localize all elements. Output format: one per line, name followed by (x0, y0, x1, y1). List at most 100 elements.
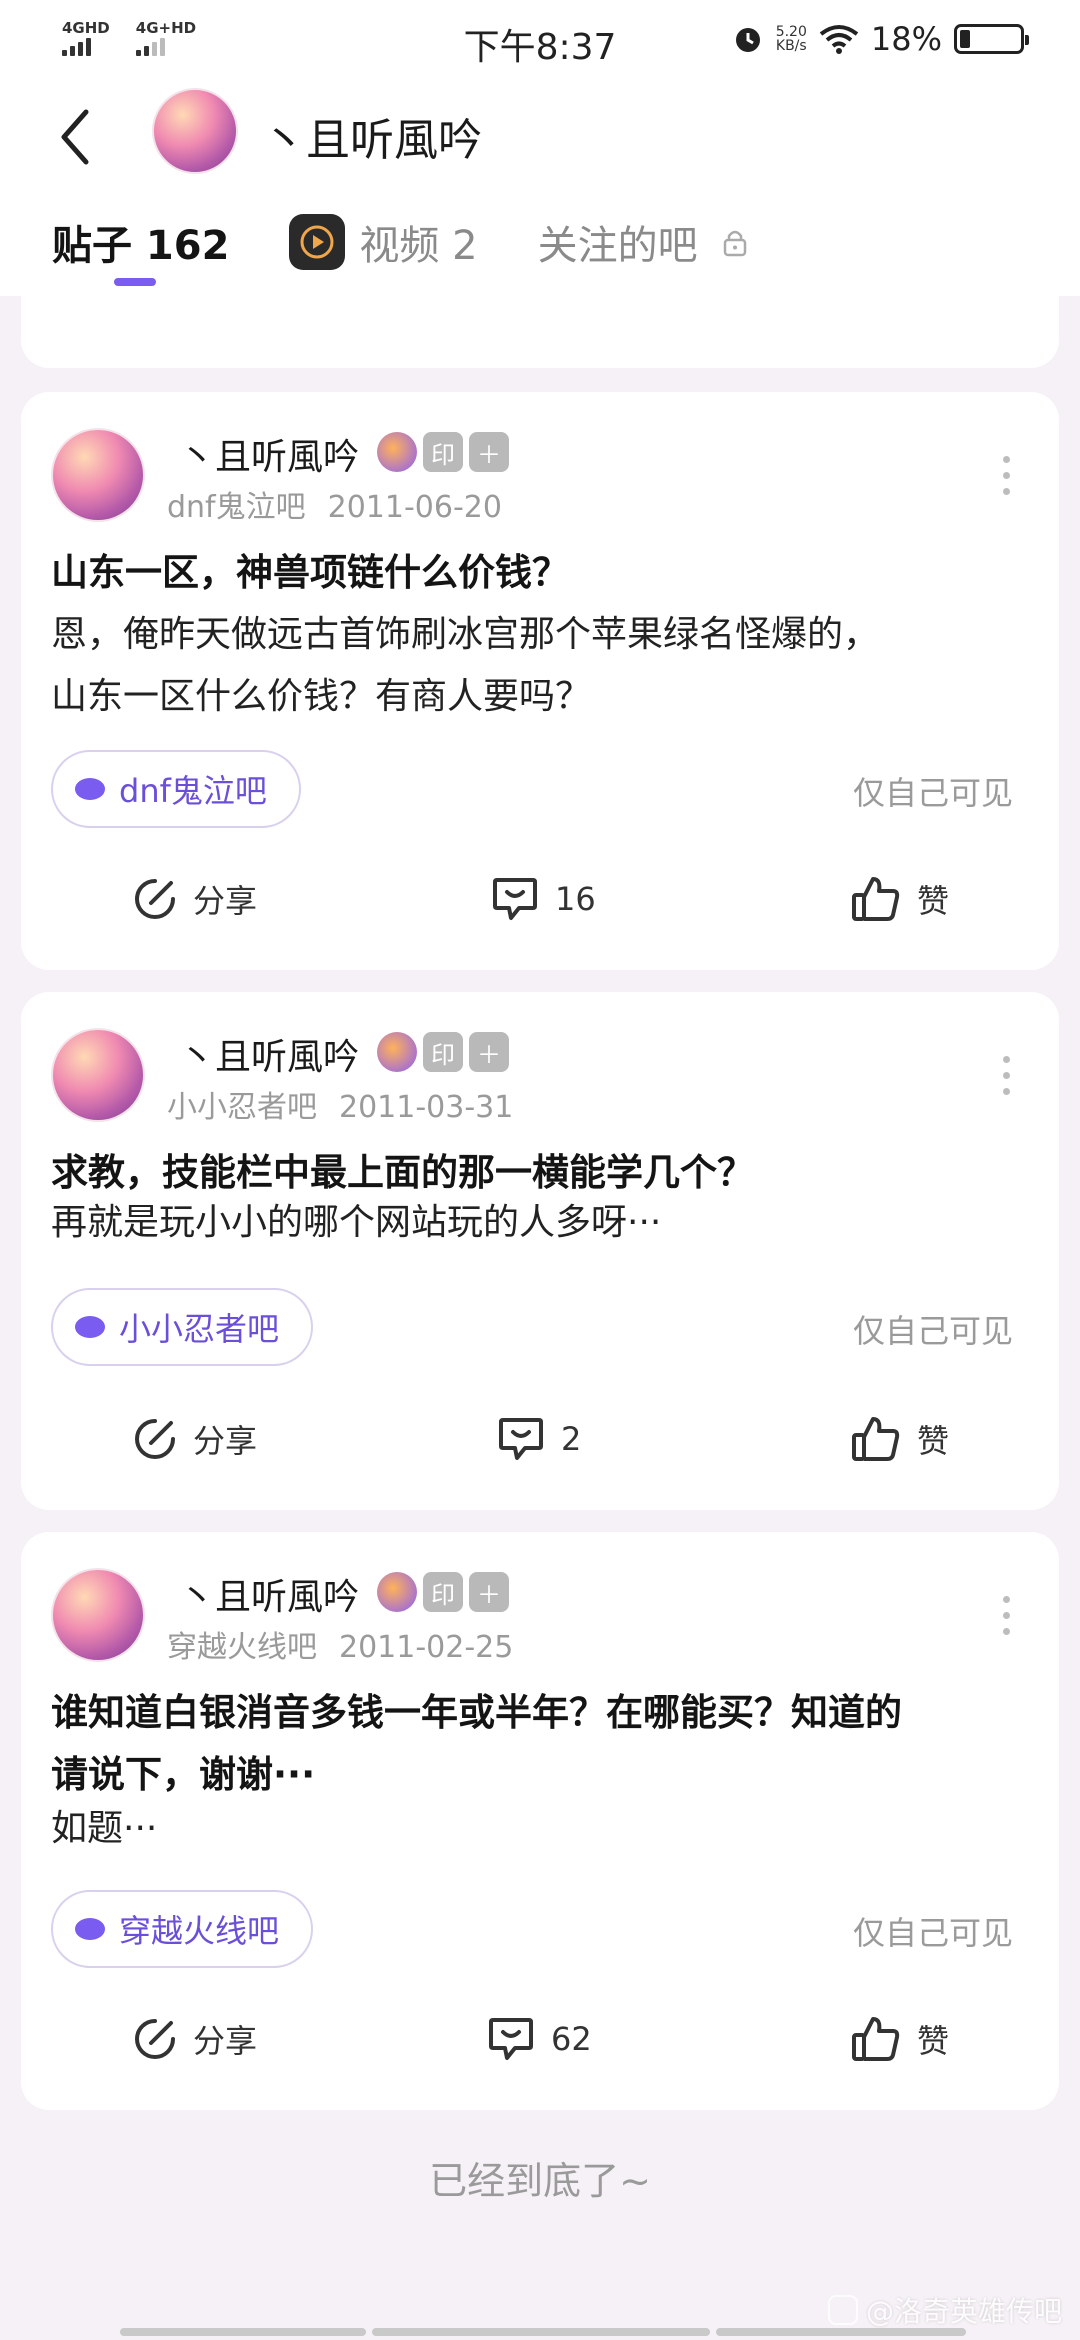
post-author: 丶且听風吟 (179, 428, 359, 480)
tab-posts-label: 贴子 162 (52, 223, 230, 269)
post-actions: 分享 16 赞 (21, 864, 1059, 934)
more-options-icon[interactable] (1003, 1056, 1013, 1095)
share-button[interactable]: 分享 (133, 2004, 257, 2074)
forum-chip-label: 穿越火线吧 (119, 1912, 280, 1950)
post-body-line-1: 再就是玩小小的哪个网站玩的人多呀··· (51, 1202, 662, 1243)
avatar[interactable] (152, 88, 238, 174)
back-arrow-icon[interactable] (52, 104, 102, 170)
tab-followed-forums[interactable]: 关注的吧 (538, 213, 748, 271)
user-badges: 印 ＋ (377, 432, 509, 472)
tab-active-indicator (114, 278, 156, 286)
battery-percent: 18% (870, 20, 942, 58)
post-title-line-2: 请说下，谢谢··· (51, 1753, 316, 1796)
visibility-label: 仅自己可见 (852, 774, 1013, 812)
tab-videos[interactable]: 视频 2 (289, 213, 478, 271)
post-card[interactable]: 丶且听風吟 印 ＋ 小小忍者吧 2011-03-31 求教，技能栏中最上面的那一横… (21, 992, 1059, 1510)
gesture-bar[interactable] (372, 2328, 710, 2336)
user-badges: 印 ＋ (377, 1032, 509, 1072)
like-button[interactable]: 赞 (851, 1404, 949, 1474)
forum-chip[interactable]: 穿越火线吧 (51, 1890, 314, 1968)
share-label: 分享 (193, 882, 258, 920)
more-options-icon[interactable] (1003, 1596, 1013, 1635)
status-right: 5.20 KB/s 18% (732, 20, 1029, 58)
like-label: 赞 (917, 882, 950, 920)
wifi-icon (819, 25, 859, 54)
net-speed-value: 5.20 (775, 24, 807, 40)
post-date: 2011-03-31 (339, 1090, 514, 1125)
tab-posts[interactable]: 贴子 162 (52, 213, 229, 271)
level-badge-icon (377, 1032, 417, 1072)
like-label: 赞 (917, 2022, 950, 2060)
planet-icon (75, 778, 105, 800)
share-label: 分享 (193, 1422, 258, 1460)
share-icon (135, 2019, 175, 2059)
watermark-text: @洛奇英雄传吧 (865, 2295, 1062, 2328)
post-author-name: 丶且听風吟 (179, 437, 360, 478)
post-actions: 分享 62 赞 (21, 2004, 1059, 2074)
post-date: 2011-02-25 (339, 1630, 514, 1665)
thumbs-up-icon (852, 2017, 900, 2061)
forum-chip[interactable]: 小小忍者吧 (51, 1288, 314, 1366)
post-author-name: 丶且听風吟 (179, 1577, 360, 1618)
comment-count: 2 (561, 1420, 582, 1458)
forum-chip-label: dnf鬼泣吧 (119, 772, 267, 810)
thumbs-up-icon (852, 877, 900, 921)
post-body-line-1: 恩，俺昨天做远古首饰刷冰宫那个苹果绿名怪爆的， (51, 614, 880, 655)
visibility-label: 仅自己可见 (852, 1312, 1013, 1350)
watermark: @洛奇英雄传吧 (827, 2290, 1062, 2330)
seal-badge: 印 (423, 1572, 463, 1612)
post-author: 丶且听風吟 (179, 1568, 359, 1620)
lock-icon (723, 230, 746, 257)
avatar[interactable] (51, 1568, 145, 1662)
net-speed: 5.20 KB/s (776, 25, 807, 53)
post-meta: dnf鬼泣吧 2011-06-20 (167, 482, 502, 526)
seal-badge: 印 (423, 432, 463, 472)
post-card[interactable]: 丶且听風吟 印 ＋ dnf鬼泣吧 2011-06-20 山东一区，神兽项链什么价钱… (21, 392, 1059, 970)
comment-icon (493, 878, 537, 920)
gesture-bar[interactable] (120, 2328, 366, 2336)
profile-header: 丶且听風吟 贴子 162 视频 2 关注的吧 (0, 82, 1080, 296)
tab-bar: 贴子 162 视频 2 关注的吧 (52, 202, 808, 282)
comment-button[interactable]: 2 (497, 1404, 581, 1474)
tab-videos-label: 视频 2 (359, 223, 478, 269)
battery-icon (954, 24, 1029, 54)
post-body-line-1: 如题··· (51, 1808, 158, 1849)
visibility-label: 仅自己可见 (852, 1914, 1013, 1952)
post-meta: 穿越火线吧 2011-02-25 (167, 1622, 513, 1666)
profile-username: 丶且听風吟 (262, 115, 482, 166)
level-badge-icon (377, 432, 417, 472)
comment-button[interactable]: 62 (487, 2004, 592, 2074)
post-forum: dnf鬼泣吧 (167, 490, 306, 525)
post-forum: 小小忍者吧 (167, 1090, 317, 1125)
like-label: 赞 (917, 1422, 950, 1460)
comment-count: 62 (551, 2020, 592, 2058)
comment-button[interactable]: 16 (491, 864, 596, 934)
forum-chip[interactable]: dnf鬼泣吧 (51, 750, 301, 828)
avatar[interactable] (51, 428, 145, 522)
post-date: 2011-06-20 (327, 490, 502, 525)
net-speed-unit: KB/s (775, 38, 807, 54)
alarm-clock-icon (735, 28, 760, 52)
share-icon (135, 879, 175, 919)
post-title-line-1: 谁知道白银消音多钱一年或半年？在哪能买？知道的 (51, 1691, 902, 1734)
user-badges: 印 ＋ (377, 1572, 509, 1612)
gesture-bar[interactable] (716, 2328, 966, 2336)
avatar[interactable] (51, 1028, 145, 1122)
more-options-icon[interactable] (1003, 456, 1013, 495)
share-label: 分享 (193, 2022, 258, 2060)
post-card[interactable]: 丶且听風吟 印 ＋ 穿越火线吧 2011-02-25 谁知道白银消音多钱一年或半年… (21, 1532, 1059, 2110)
like-button[interactable]: 赞 (851, 864, 949, 934)
planet-icon (75, 1316, 105, 1338)
planet-icon (75, 1918, 105, 1940)
post-title: 山东一区，神兽项链什么价钱？ (51, 551, 569, 594)
share-button[interactable]: 分享 (133, 1404, 257, 1474)
post-actions: 分享 2 赞 (21, 1404, 1059, 1474)
post-author-name: 丶且听風吟 (179, 1037, 360, 1078)
like-button[interactable]: 赞 (851, 2004, 949, 2074)
post-author: 丶且听風吟 (179, 1028, 359, 1080)
post-meta: 小小忍者吧 2011-03-31 (167, 1082, 513, 1126)
tab-followed-label: 关注的吧 (537, 223, 698, 269)
post-forum: 穿越火线吧 (167, 1630, 317, 1665)
share-button[interactable]: 分享 (133, 864, 257, 934)
thumbs-up-icon (852, 1417, 900, 1461)
